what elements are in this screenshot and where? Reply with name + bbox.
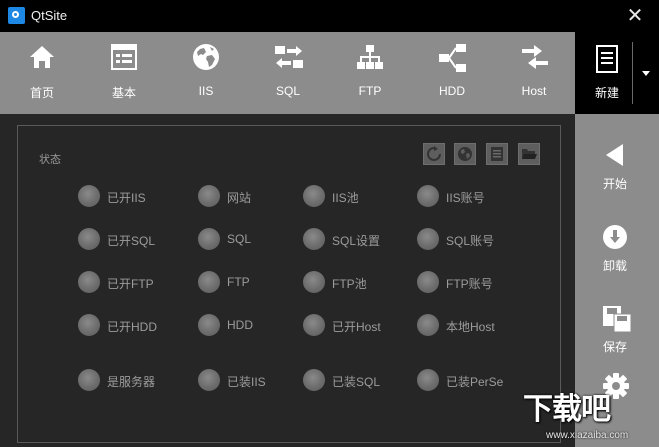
toolbar-basic-button[interactable]: 基本 — [89, 32, 159, 114]
host-arrows-icon — [522, 45, 548, 69]
toolbar-sql-label: SQL — [275, 84, 300, 98]
status-indicator-icon — [303, 271, 325, 293]
status-label: 已开FTP — [107, 277, 154, 291]
toolbar-sql-button[interactable]: SQL — [253, 32, 323, 114]
status-label: 本地Host — [446, 320, 495, 334]
status-label: IIS池 — [332, 191, 359, 205]
main-toolbar: 首页 基本 IIS SQL FTP HDD Host — [0, 32, 575, 114]
toolbar-iis-button[interactable]: IIS — [171, 32, 241, 114]
status-title: 状态 — [39, 154, 61, 166]
status-label: FTP — [227, 275, 250, 289]
toolbar-home-button[interactable]: 首页 — [7, 32, 77, 114]
download-circle-icon — [603, 225, 627, 249]
new-button[interactable]: 新建 — [575, 32, 639, 114]
list-icon — [491, 147, 503, 161]
status-label: IIS账号 — [446, 191, 485, 205]
status-indicator-icon — [198, 271, 220, 293]
status-indicator-icon — [303, 185, 325, 207]
app-logo-icon — [8, 7, 25, 24]
disk-share-icon — [439, 44, 466, 72]
home-icon — [30, 46, 54, 68]
network-tree-icon — [357, 45, 383, 69]
new-dropdown-arrow-icon[interactable] — [637, 68, 655, 80]
watermark-url: www.xiazaiba.com — [546, 430, 629, 441]
status-label: 已开HDD — [107, 320, 157, 334]
status-indicator-icon — [78, 228, 100, 250]
status-label: 已开Host — [332, 320, 381, 334]
watermark-logo: 下载吧 — [523, 392, 611, 427]
status-indicator-icon — [198, 228, 220, 250]
status-indicator-icon — [198, 314, 220, 336]
new-button-label: 新建 — [594, 86, 619, 100]
status-label: SQL — [227, 232, 252, 246]
toolbar-ftp-button[interactable]: FTP — [335, 32, 405, 114]
browse-web-button[interactable] — [454, 143, 476, 165]
toolbar-host-label: Host — [521, 84, 547, 98]
toolbar-ftp-label: FTP — [358, 84, 382, 98]
open-folder-button[interactable] — [518, 143, 540, 165]
toolbar-home-label: 首页 — [29, 86, 54, 100]
new-button-group: 新建 — [575, 32, 659, 114]
play-left-icon — [606, 144, 623, 166]
status-indicator-icon — [303, 228, 325, 250]
start-button[interactable]: 开始 — [575, 142, 659, 212]
globe-icon — [458, 147, 472, 161]
sql-transfer-icon — [275, 46, 303, 68]
status-label: 网站 — [227, 191, 252, 205]
folder-open-icon — [522, 149, 537, 159]
save-button[interactable]: 保存 — [575, 305, 659, 375]
status-indicator-icon — [417, 369, 439, 391]
new-document-icon — [596, 45, 618, 73]
status-indicator-icon — [303, 369, 325, 391]
toolbar-iis-label: IIS — [198, 84, 214, 98]
status-label: 已装SQL — [332, 375, 381, 389]
basic-settings-icon — [111, 44, 137, 70]
toolbar-hdd-label: HDD — [439, 84, 465, 98]
start-label: 开始 — [602, 177, 627, 191]
status-indicator-icon — [198, 369, 220, 391]
uninstall-label: 卸载 — [602, 259, 627, 273]
status-label: 已开IIS — [107, 191, 146, 205]
refresh-icon — [427, 146, 441, 161]
refresh-button[interactable] — [423, 143, 445, 165]
close-button[interactable]: ✕ — [622, 4, 648, 28]
save-icon — [603, 306, 632, 333]
status-indicator-icon — [78, 369, 100, 391]
status-label: SQL账号 — [446, 234, 495, 248]
status-label: 已装PerSe — [446, 375, 504, 389]
window-title: QtSite — [31, 8, 68, 23]
status-indicator-icon — [417, 314, 439, 336]
toolbar-host-button[interactable]: Host — [499, 32, 569, 114]
status-indicator-icon — [417, 271, 439, 293]
save-label: 保存 — [602, 340, 627, 354]
uninstall-button[interactable]: 卸载 — [575, 224, 659, 294]
globe-icon — [193, 44, 219, 70]
status-label: HDD — [227, 318, 253, 332]
status-label: FTP池 — [332, 277, 367, 291]
status-indicator-icon — [78, 185, 100, 207]
toolbar-hdd-button[interactable]: HDD — [417, 32, 487, 114]
status-indicator-icon — [303, 314, 325, 336]
status-indicator-icon — [417, 185, 439, 207]
status-label: 已装IIS — [227, 375, 266, 389]
status-indicator-icon — [78, 314, 100, 336]
status-indicator-icon — [417, 228, 439, 250]
status-indicator-icon — [78, 271, 100, 293]
status-label: 已开SQL — [107, 234, 156, 248]
list-button[interactable] — [486, 143, 508, 165]
new-button-divider — [632, 42, 633, 104]
status-label: SQL设置 — [332, 234, 381, 248]
status-indicator-icon — [198, 185, 220, 207]
toolbar-basic-label: 基本 — [111, 86, 136, 100]
status-label: 是服务器 — [107, 375, 156, 389]
title-bar: QtSite ✕ — [0, 0, 659, 32]
status-label: FTP账号 — [446, 277, 493, 291]
